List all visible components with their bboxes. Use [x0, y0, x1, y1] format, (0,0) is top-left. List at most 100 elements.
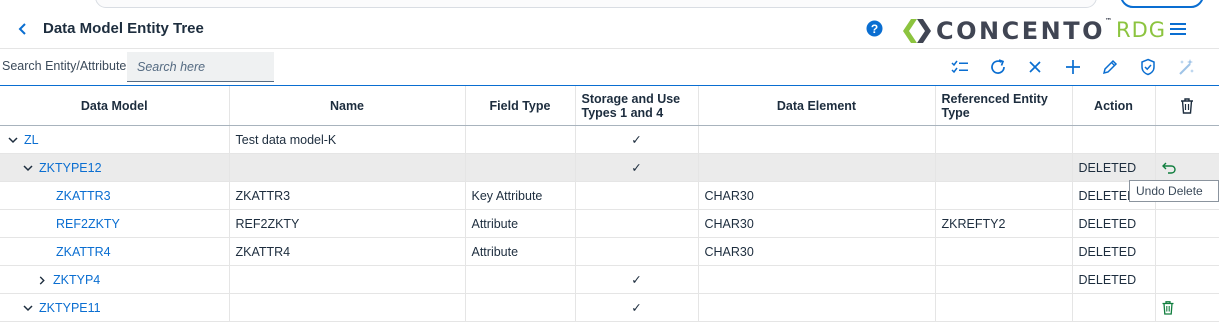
cell-data-element: CHAR30: [698, 237, 936, 266]
col-header-action[interactable]: Action: [1072, 86, 1156, 126]
cell-field-type: [465, 265, 576, 294]
tree-node-label[interactable]: ZKTYP4: [53, 273, 100, 287]
cell-name: Test data model-K: [229, 125, 466, 154]
chevron-down-icon[interactable]: [23, 304, 33, 312]
cell-field-type: Attribute: [465, 209, 576, 238]
cell-action: DELETED: [1072, 153, 1156, 182]
col-header-referenced-entity[interactable]: Referenced Entity Type: [935, 86, 1073, 126]
page-header: Data Model Entity Tree ? CONCENTO™ RDG: [0, 10, 1219, 49]
entity-tree-table: Data Model Name Field Type Storage and U…: [0, 86, 1219, 322]
edit-icon[interactable]: [1101, 58, 1119, 76]
cell-data-element: [698, 125, 936, 154]
top-button[interactable]: [1120, 0, 1204, 8]
cell-storage-check: ✓: [575, 125, 699, 154]
magic-wand-icon: [1179, 59, 1194, 75]
search-label: Search Entity/Attribute: [2, 59, 127, 73]
toolbar: Search Entity/Attribute: [0, 49, 1219, 86]
cell-referenced-entity: [935, 265, 1073, 294]
cell-name: [229, 153, 466, 182]
cell-data-element: CHAR30: [698, 209, 936, 238]
col-header-delete[interactable]: [1155, 86, 1219, 126]
chevron-down-icon[interactable]: [8, 136, 18, 144]
cell-row-action: [1155, 209, 1219, 238]
cell-action: DELETED: [1072, 237, 1156, 266]
checklist-icon[interactable]: [951, 58, 969, 76]
table-row[interactable]: ZKTYPE12 ✓ DELETED: [0, 153, 1219, 182]
tree-node-label[interactable]: ZKATTR4: [56, 245, 111, 259]
refresh-icon[interactable]: [989, 58, 1007, 76]
logo-mark-icon: [903, 19, 931, 43]
col-header-data-element[interactable]: Data Element: [698, 86, 936, 126]
cell-name: ZKATTR3: [229, 181, 466, 210]
cell-data-model[interactable]: ZKATTR3: [0, 181, 230, 210]
table-row[interactable]: ZKTYP4 ✓ DELETED: [0, 265, 1219, 294]
undo-delete-tooltip: Undo Delete: [1129, 180, 1219, 202]
cell-field-type: Key Attribute: [465, 181, 576, 210]
logo-wordmark: CONCENTO™: [936, 17, 1112, 45]
tree-node-label[interactable]: ZKTYPE12: [39, 161, 102, 175]
cell-referenced-entity: [935, 293, 1073, 322]
chevron-down-icon[interactable]: [23, 164, 33, 172]
help-icon[interactable]: ?: [866, 20, 883, 37]
back-icon[interactable]: [16, 20, 30, 38]
cell-data-element: CHAR30: [698, 181, 936, 210]
table-row[interactable]: ZKTYPE11 ✓: [0, 293, 1219, 322]
cell-referenced-entity: [935, 237, 1073, 266]
browser-strip: [0, 0, 1219, 10]
cell-action: [1072, 293, 1156, 322]
cell-data-model[interactable]: ZKTYPE12: [0, 153, 230, 182]
tree-node-label[interactable]: ZKTYPE11: [39, 301, 101, 315]
delete-icon[interactable]: [1162, 300, 1174, 315]
cell-data-model[interactable]: ZL: [0, 125, 230, 154]
cell-field-type: Attribute: [465, 237, 576, 266]
delete-all-icon[interactable]: [1180, 97, 1194, 114]
cell-data-model[interactable]: ZKATTR4: [0, 237, 230, 266]
col-header-data-model[interactable]: Data Model: [0, 86, 230, 126]
cell-row-action: [1155, 265, 1219, 294]
cell-storage-check: ✓: [575, 153, 699, 182]
cell-name: REF2ZKTY: [229, 209, 466, 238]
col-header-name[interactable]: Name: [229, 86, 466, 126]
cell-row-action: [1155, 237, 1219, 266]
cell-storage-check: [575, 237, 699, 266]
cell-data-element: [698, 293, 936, 322]
tree-node-label[interactable]: ZKATTR3: [56, 189, 111, 203]
tree-node-label[interactable]: REF2ZKTY: [56, 217, 120, 231]
cell-action: DELETED: [1072, 209, 1156, 238]
col-header-field-type[interactable]: Field Type: [465, 86, 576, 126]
cell-referenced-entity: [935, 153, 1073, 182]
cell-name: [229, 293, 466, 322]
logo-suffix: RDG: [1116, 18, 1167, 42]
cell-row-action: [1155, 153, 1219, 182]
cell-name: [229, 265, 466, 294]
table-header-row: Data Model Name Field Type Storage and U…: [0, 86, 1219, 126]
hamburger-menu-icon[interactable]: [1170, 22, 1186, 36]
undo-icon[interactable]: [1161, 162, 1176, 174]
cell-field-type: [465, 153, 576, 182]
cell-storage-check: [575, 181, 699, 210]
tree-node-label[interactable]: ZL: [24, 133, 39, 147]
cell-data-model[interactable]: ZKTYP4: [0, 265, 230, 294]
add-icon[interactable]: [1064, 58, 1082, 76]
table-row[interactable]: ZKATTR3 ZKATTR3 Key Attribute CHAR30 DEL…: [0, 181, 1219, 210]
cell-referenced-entity: [935, 125, 1073, 154]
col-header-storage[interactable]: Storage and Use Types 1 and 4: [575, 86, 699, 126]
cell-data-model[interactable]: REF2ZKTY: [0, 209, 230, 238]
table-row[interactable]: REF2ZKTY REF2ZKTY Attribute CHAR30 ZKREF…: [0, 209, 1219, 238]
address-bar[interactable]: [95, 0, 1097, 8]
search-input[interactable]: [127, 52, 274, 82]
close-icon[interactable]: [1026, 58, 1044, 76]
cell-storage-check: ✓: [575, 265, 699, 294]
cell-data-model[interactable]: ZKTYPE11: [0, 293, 230, 322]
cell-name: ZKATTR4: [229, 237, 466, 266]
cell-storage-check: ✓: [575, 293, 699, 322]
cell-row-action: [1155, 293, 1219, 322]
cell-action: DELETED: [1072, 265, 1156, 294]
table-row[interactable]: ZL Test data model-K ✓: [0, 125, 1219, 154]
page-title: Data Model Entity Tree: [43, 20, 204, 37]
cell-data-element: [698, 153, 936, 182]
chevron-right-icon[interactable]: [37, 276, 47, 285]
table-row[interactable]: ZKATTR4 ZKATTR4 Attribute CHAR30 DELETED: [0, 237, 1219, 266]
shield-check-icon[interactable]: [1139, 58, 1157, 76]
cell-field-type: [465, 293, 576, 322]
